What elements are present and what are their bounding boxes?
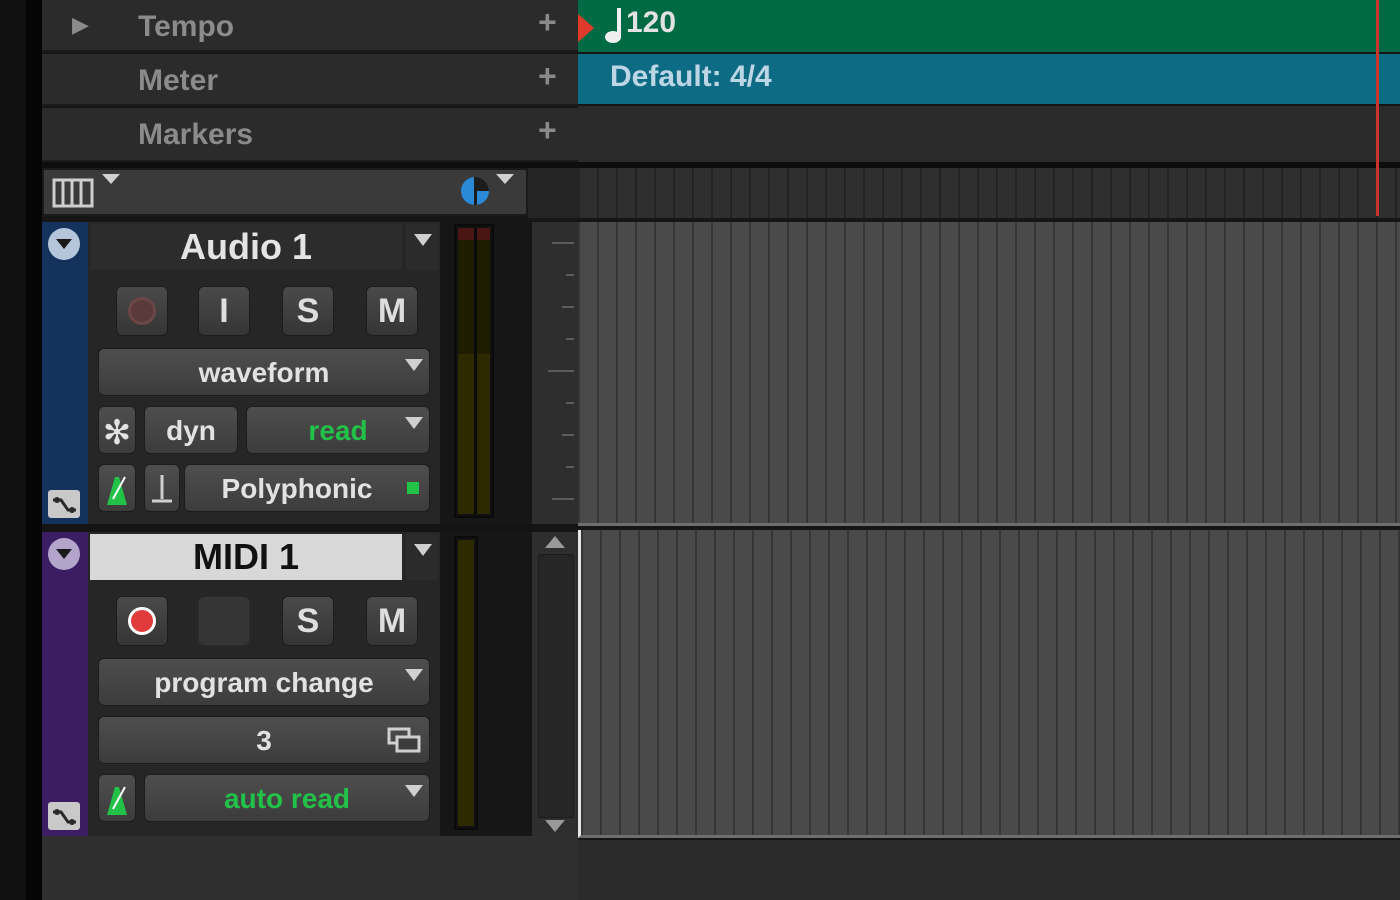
midi-playlist-button[interactable] [98, 774, 136, 822]
tempo-ruler-label: Tempo [138, 10, 235, 43]
chevron-down-icon [405, 417, 423, 429]
window-edge [0, 0, 26, 900]
scale-tick [552, 242, 574, 244]
meter-bar [458, 540, 474, 826]
audio-elastic-mode: Polyphonic [221, 473, 373, 504]
tempo-value[interactable]: 120 [626, 6, 676, 40]
meter-divider [474, 228, 477, 514]
tempo-expand-icon[interactable]: ▶ [72, 12, 89, 38]
timeline-empty-area[interactable] [578, 840, 1400, 900]
scale-tick [552, 498, 574, 500]
audio-dyn-button[interactable]: dyn [144, 406, 238, 454]
tempo-ruler-lane[interactable]: 120 [578, 0, 1400, 52]
midi-track-name[interactable]: MIDI 1 [90, 534, 402, 580]
chevron-down-icon [405, 785, 423, 797]
timebase-menu-icon[interactable] [496, 174, 514, 184]
metronome-icon [107, 476, 127, 505]
vertical-scrollbar[interactable] [532, 532, 578, 836]
scroll-up-icon[interactable] [545, 536, 565, 548]
scale-tick [548, 370, 574, 372]
audio-solo-button[interactable]: S [282, 286, 334, 336]
audio-mute-button[interactable]: M [366, 286, 418, 336]
chevron-down-icon [405, 359, 423, 371]
audio-track-color-strip [42, 222, 88, 524]
timeline-ruler[interactable] [578, 168, 1400, 218]
scroll-track[interactable] [538, 554, 574, 818]
audio-track-collapse-icon[interactable] [48, 228, 80, 260]
audio-automation-icon[interactable] [48, 490, 80, 518]
midi-solo-button[interactable]: S [282, 596, 334, 646]
scale-tick [562, 306, 574, 308]
midi-track-header: MIDI 1 S M program change 3 auto read [88, 532, 440, 836]
midi-level-meter [454, 536, 478, 830]
midi-automation-mode: auto read [223, 783, 351, 814]
add-meter-button[interactable]: + [538, 58, 557, 95]
asterisk-icon: ✻ [102, 414, 132, 452]
midi-automation-icon[interactable] [48, 802, 80, 830]
elastic-indicator-icon [407, 482, 419, 494]
track-separator [42, 524, 578, 532]
track-list-toolbar [42, 168, 528, 216]
scale-tick [562, 434, 574, 436]
chevron-down-icon [405, 669, 423, 681]
tempo-marker-flag-icon[interactable] [578, 14, 594, 42]
audio-level-meter [454, 224, 494, 518]
window-edge-dark [26, 0, 42, 900]
audio-record-button[interactable] [116, 286, 168, 336]
audio-input-monitor-button[interactable]: I [198, 286, 250, 336]
scale-tick [566, 466, 574, 468]
midi-patch-value: 3 [256, 725, 272, 756]
scale-tick [566, 402, 574, 404]
track-columns-icon[interactable] [52, 176, 96, 210]
midi-mute-button[interactable]: M [366, 596, 418, 646]
midi-patch-selector[interactable]: 3 [98, 716, 430, 764]
audio-automation-selector[interactable]: read [246, 406, 430, 454]
scale-tick [566, 274, 574, 276]
track-view-menu-icon[interactable] [102, 174, 120, 184]
audio-track-playlist-lane[interactable] [578, 222, 1400, 526]
scale-tick [566, 338, 574, 340]
midi-track-name-dropdown[interactable] [406, 534, 438, 580]
audio-track-name[interactable]: Audio 1 [90, 224, 402, 270]
audio-elastic-mode-selector[interactable]: Polyphonic [184, 464, 430, 512]
midi-automation-selector[interactable]: auto read [144, 774, 430, 822]
audio-view-selector[interactable]: waveform [98, 348, 430, 396]
audio-track-name-dropdown[interactable] [406, 224, 438, 270]
playhead-cursor[interactable] [1376, 0, 1379, 216]
midi-record-button[interactable] [116, 596, 168, 646]
audio-elastic-tick-button[interactable] [144, 464, 180, 512]
midi-track-playlist-lane[interactable] [578, 530, 1400, 838]
scroll-down-icon[interactable] [545, 820, 565, 832]
markers-ruler-label: Markers [138, 118, 254, 151]
timebase-icon[interactable] [458, 174, 492, 208]
quarter-note-icon [605, 8, 621, 43]
audio-automation-mode: read [308, 415, 368, 446]
audio-track-header: Audio 1 I S M waveform ✻ dyn read Polyph… [88, 222, 440, 524]
metronome-icon [107, 786, 127, 815]
track-list-empty-area [42, 836, 578, 900]
meter-ruler-header[interactable]: Meter + [42, 54, 578, 106]
audio-playlist-button[interactable] [98, 464, 136, 512]
tempo-ruler-header[interactable]: ▶ Tempo + [42, 0, 578, 52]
midi-view-selector[interactable]: program change [98, 658, 430, 706]
midi-track-collapse-icon[interactable] [48, 538, 80, 570]
midi-input-monitor-button[interactable] [198, 596, 250, 646]
audio-track-height-column [532, 222, 578, 524]
add-marker-button[interactable]: + [538, 112, 557, 149]
patch-window-icon [387, 727, 421, 753]
elastic-tick-icon [152, 475, 172, 503]
audio-timebase-button[interactable]: ✻ [98, 406, 136, 454]
markers-ruler-lane[interactable] [578, 106, 1400, 162]
meter-ruler-label: Meter [138, 64, 219, 97]
markers-ruler-header[interactable]: Markers + [42, 108, 578, 162]
toolbar-spacer [528, 168, 578, 218]
record-dot-icon [128, 297, 156, 325]
meter-ruler-lane[interactable]: Default: 4/4 [578, 54, 1400, 104]
midi-view-label: program change [154, 667, 374, 698]
audio-view-label: waveform [198, 357, 330, 388]
record-dot-icon [128, 607, 156, 635]
midi-track-color-strip [42, 532, 88, 836]
add-tempo-button[interactable]: + [538, 4, 557, 41]
meter-value[interactable]: Default: 4/4 [610, 60, 772, 94]
